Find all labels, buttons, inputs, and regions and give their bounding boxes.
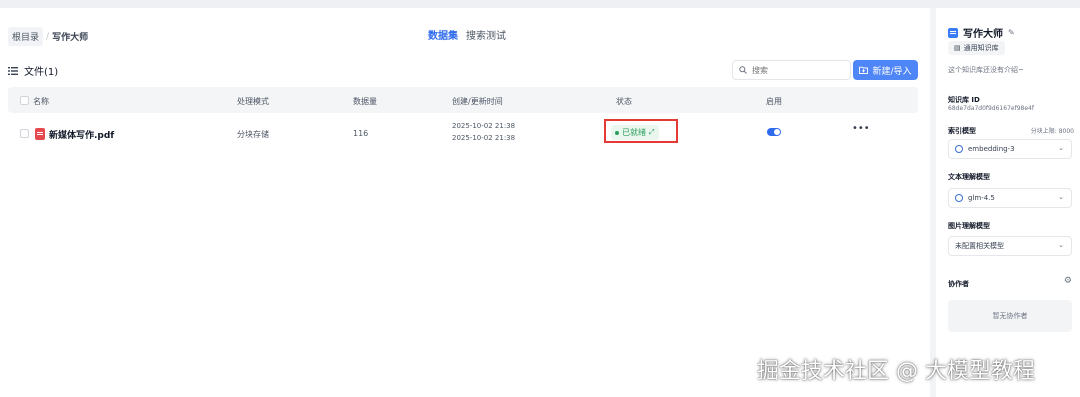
edit-icon[interactable]: ✎ xyxy=(1008,28,1015,37)
text-model-select[interactable]: glm-4.5 ⌄ xyxy=(948,188,1072,208)
header-time: 创建/更新时间 xyxy=(452,97,503,106)
header-status: 状态 xyxy=(616,97,632,106)
text-model-value: glm-4.5 xyxy=(968,194,995,202)
chevron-down-icon: ⌄ xyxy=(1058,241,1064,249)
expand-icon: ⤢ xyxy=(649,128,655,136)
kb-type-tag: ▤ 通用知识库 xyxy=(948,41,1005,55)
breadcrumb-current: 写作大师 xyxy=(52,33,89,43)
collaborators-label: 协作者 xyxy=(948,280,969,288)
breadcrumb: 根目录 / 写作大师 xyxy=(8,27,88,46)
watermark: 掘金技术社区 @ 大模型教程 xyxy=(757,359,1035,384)
kb-title-text: 写作大师 xyxy=(963,29,1003,40)
files-count-label: 文件(1) xyxy=(24,67,59,78)
collaborators-box: 暂无协作者 xyxy=(948,300,1072,332)
breadcrumb-separator: / xyxy=(46,31,50,42)
image-model-value: 未配置相关模型 xyxy=(955,242,1004,250)
status-badge[interactable]: 已就绪 ⤢ xyxy=(611,125,659,140)
tab-dataset[interactable]: 数据集 xyxy=(428,27,458,42)
tab-search-test[interactable]: 搜索测试 xyxy=(466,27,506,42)
updated-time: 2025-10-02 21:38 xyxy=(452,134,516,142)
model-icon xyxy=(955,145,963,153)
knowledge-base-icon xyxy=(948,27,958,38)
folder-add-icon xyxy=(859,66,869,74)
dataset-panel: 根目录 / 写作大师 数据集 搜索测试 文件(1) 新建/导入 名称 处理 xyxy=(0,8,930,397)
header-name: 名称 xyxy=(33,97,49,106)
header-count: 数据量 xyxy=(353,97,377,106)
status-dot xyxy=(615,130,619,135)
search-icon xyxy=(739,66,747,74)
created-time: 2025-10-02 21:38 xyxy=(452,122,516,130)
header-mode: 处理模式 xyxy=(237,97,269,106)
gear-icon[interactable]: ⚙ xyxy=(1064,276,1072,286)
kb-info-sidebar: 写作大师 ✎ ▤ 通用知识库 这个知识库还没有介绍~ 知识库 ID 68de7d… xyxy=(936,8,1080,397)
kb-id-value: 68de7da7d0f9d6167ef98e4f xyxy=(948,105,1034,112)
tab-bar: 数据集 搜索测试 xyxy=(428,27,506,42)
search-box[interactable] xyxy=(732,60,851,80)
kb-title: 写作大师 ✎ xyxy=(948,25,1015,40)
more-options-icon[interactable]: ••• xyxy=(852,123,870,134)
chevron-down-icon: ⌄ xyxy=(1058,193,1064,201)
row-checkbox[interactable] xyxy=(20,129,29,138)
kb-id-label: 知识库 ID xyxy=(948,96,980,104)
database-icon: ▤ xyxy=(954,44,961,52)
index-model-label: 索引模型 xyxy=(948,127,976,135)
no-collaborators-text: 暂无协作者 xyxy=(992,312,1028,320)
data-count: 116 xyxy=(353,129,369,138)
top-strip xyxy=(0,0,1080,8)
header-enabled: 启用 xyxy=(766,97,782,106)
file-name[interactable]: 新媒体写作.pdf xyxy=(49,128,114,141)
index-model-select[interactable]: embedding-3 ⌄ xyxy=(948,139,1072,159)
search-input[interactable] xyxy=(752,65,842,75)
index-model-value: embedding-3 xyxy=(968,145,1015,153)
list-icon xyxy=(8,66,18,75)
chevron-down-icon: ⌄ xyxy=(1058,144,1064,152)
chunk-limit: 分块上限: 8000 xyxy=(1030,128,1074,135)
image-model-label: 图片理解模型 xyxy=(948,222,990,230)
model-icon xyxy=(955,194,963,202)
select-all-checkbox[interactable] xyxy=(20,96,29,105)
breadcrumb-root[interactable]: 根目录 xyxy=(8,27,44,46)
new-import-button[interactable]: 新建/导入 xyxy=(853,60,918,80)
pdf-file-icon xyxy=(35,128,45,140)
enable-toggle[interactable] xyxy=(767,128,781,136)
kb-type-text: 通用知识库 xyxy=(963,44,999,52)
text-model-label: 文本理解模型 xyxy=(948,173,990,181)
new-import-label: 新建/导入 xyxy=(872,66,912,77)
image-model-select[interactable]: 未配置相关模型 ⌄ xyxy=(948,236,1072,256)
files-header: 文件(1) xyxy=(8,63,58,78)
table-row[interactable]: 新媒体写作.pdf 分块存储 116 2025-10-02 21:38 2025… xyxy=(8,116,918,150)
table-header: 名称 处理模式 数据量 创建/更新时间 状态 启用 xyxy=(8,87,918,113)
status-text: 已就绪 xyxy=(622,128,646,137)
kb-description: 这个知识库还没有介绍~ xyxy=(948,66,1024,74)
processing-mode: 分块存储 xyxy=(237,130,269,139)
